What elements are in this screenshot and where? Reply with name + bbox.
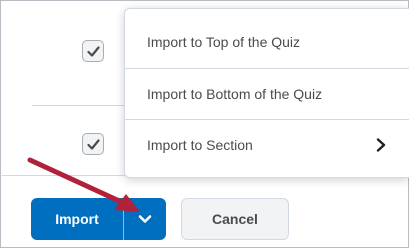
import-options-toggle[interactable]: [124, 198, 166, 240]
row-checkbox[interactable]: [82, 133, 104, 155]
menu-item-import-bottom[interactable]: Import to Bottom of the Quiz: [125, 68, 409, 118]
import-options-menu: Import to Top of the Quiz Import to Bott…: [124, 8, 409, 178]
checkmark-icon: [86, 45, 100, 57]
chevron-down-icon: [138, 215, 152, 223]
row-checkbox[interactable]: [82, 40, 104, 62]
menu-item-import-top[interactable]: Import to Top of the Quiz: [125, 17, 409, 67]
menu-item-label: Import to Bottom of the Quiz: [147, 85, 323, 102]
import-button[interactable]: Import: [31, 198, 124, 240]
menu-item-import-section[interactable]: Import to Section: [125, 119, 409, 169]
import-split-button[interactable]: Import: [31, 198, 166, 240]
menu-item-label: Import to Section: [147, 136, 253, 153]
checkmark-icon: [86, 138, 100, 150]
menu-item-label: Import to Top of the Quiz: [147, 34, 301, 50]
chevron-right-icon: [376, 138, 386, 152]
cancel-button[interactable]: Cancel: [181, 198, 289, 240]
